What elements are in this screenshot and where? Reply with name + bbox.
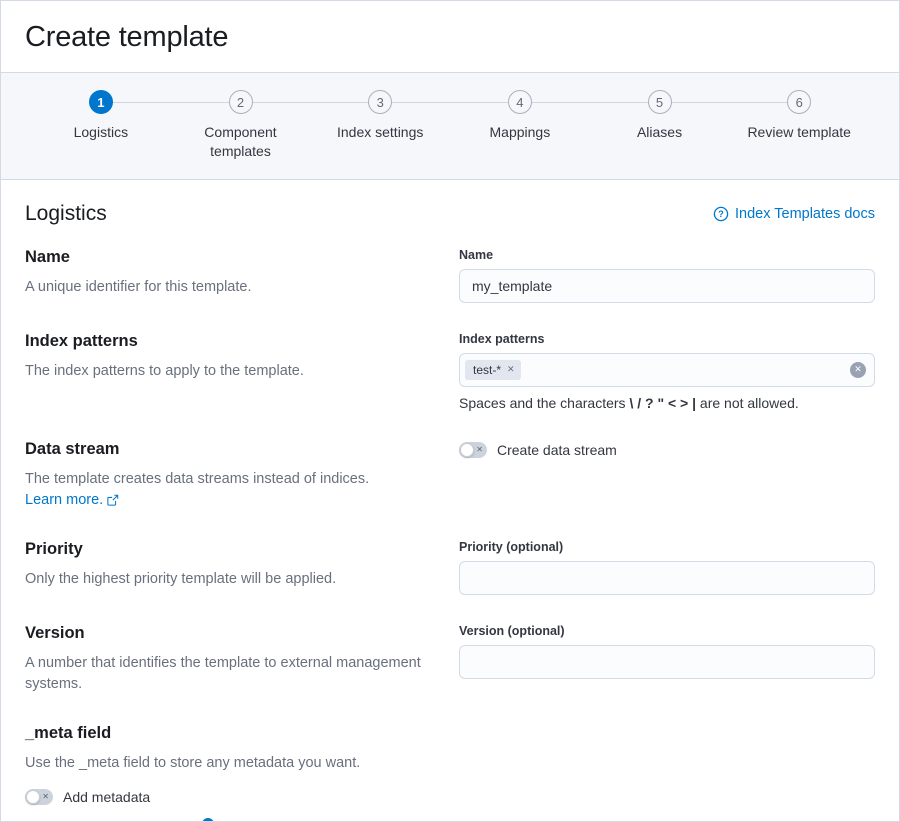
step-connector: 2 [171, 90, 311, 114]
create-data-stream-row: ✕ Create data stream [459, 442, 875, 458]
learn-more-link[interactable]: Learn more. [25, 490, 119, 511]
step-label: Mappings [490, 123, 551, 142]
form-body: Name A unique identifier for this templa… [1, 228, 899, 822]
stepper-step-aliases[interactable]: 5 Aliases [590, 90, 730, 161]
step-number-icon: 2 [229, 90, 253, 114]
add-metadata-toggle[interactable]: ✕ [25, 789, 53, 805]
stepper: 1 Logistics 2 Component templates 3 Inde… [1, 72, 899, 180]
priority-row-title: Priority [25, 540, 441, 559]
toggle-knob [26, 790, 40, 804]
meta-row-description: Use the _meta field to store any metadat… [25, 753, 875, 774]
step-label: Logistics [74, 123, 128, 142]
stepper-step-mappings[interactable]: 4 Mappings [450, 90, 590, 161]
page-title: Create template [25, 21, 875, 54]
step-connector: 6 [729, 90, 869, 114]
svg-text:?: ? [718, 209, 724, 219]
version-input[interactable] [459, 645, 875, 679]
step-connector: 3 [310, 90, 450, 114]
version-row-description: A number that identifies the template to… [25, 653, 441, 695]
step-label: Aliases [637, 123, 682, 142]
step-label: Component templates [181, 123, 301, 161]
version-field-label: Version (optional) [459, 624, 875, 638]
meta-row-title: _meta field [25, 724, 875, 743]
create-data-stream-toggle[interactable]: ✕ [459, 442, 487, 458]
add-metadata-label: Add metadata [63, 789, 150, 805]
index-patterns-row-description: The index patterns to apply to the templ… [25, 361, 441, 382]
data-stream-row-title: Data stream [25, 440, 441, 459]
priority-input[interactable] [459, 561, 875, 595]
version-row-title: Version [25, 624, 441, 643]
index-pattern-pill: test-* ✕ [465, 360, 521, 380]
toggle-off-icon: ✕ [476, 446, 483, 454]
toggle-off-icon: ✕ [42, 793, 49, 801]
step-number-icon: 3 [368, 90, 392, 114]
step-number-icon: 6 [787, 90, 811, 114]
stepper-step-component-templates[interactable]: 2 Component templates [171, 90, 311, 161]
index-patterns-field-label: Index patterns [459, 332, 875, 346]
form-row-index-patterns: Index patterns The index patterns to app… [25, 332, 875, 411]
clear-icon: ✕ [854, 364, 862, 375]
external-link-icon [107, 494, 119, 506]
section-header: Logistics ? Index Templates docs [1, 180, 899, 228]
name-field-label: Name [459, 248, 875, 262]
stepper-step-logistics[interactable]: 1 Logistics [31, 90, 171, 161]
step-connector: 5 [590, 90, 730, 114]
add-metadata-row: ✕ Add metadata [25, 789, 875, 805]
priority-field-label: Priority (optional) [459, 540, 875, 554]
create-data-stream-label: Create data stream [497, 442, 617, 458]
step-number-icon: 5 [648, 90, 672, 114]
form-row-priority: Priority Only the highest priority templ… [25, 540, 875, 595]
step-number-icon: 1 [89, 90, 113, 114]
name-row-title: Name [25, 248, 441, 267]
docs-link-label: Index Templates docs [735, 206, 875, 222]
index-pattern-pill-label: test-* [473, 363, 501, 377]
clear-combobox-button[interactable]: ✕ [850, 362, 866, 378]
step-connector: 4 [450, 90, 590, 114]
section-title: Logistics [25, 202, 107, 226]
index-patterns-help-text: Spaces and the characters \ / ? " < > | … [459, 395, 875, 411]
stepper-step-index-settings[interactable]: 3 Index settings [310, 90, 450, 161]
stepper-step-review-template[interactable]: 6 Review template [729, 90, 869, 161]
remove-pattern-icon[interactable]: ✕ [507, 364, 515, 375]
form-row-version: Version A number that identifies the tem… [25, 624, 875, 695]
step-number-icon: 4 [508, 90, 532, 114]
toggle-knob [460, 443, 474, 457]
step-label: Review template [747, 123, 851, 142]
name-input[interactable] [459, 269, 875, 303]
meta-field-block: _meta field Use the _meta field to store… [25, 724, 875, 805]
index-patterns-combobox[interactable]: test-* ✕ ✕ [459, 353, 875, 387]
priority-row-description: Only the highest priority template will … [25, 569, 441, 590]
data-stream-row-description: The template creates data streams instea… [25, 469, 441, 511]
form-row-name: Name A unique identifier for this templa… [25, 248, 875, 303]
form-row-data-stream: Data stream The template creates data st… [25, 440, 875, 511]
step-label: Index settings [337, 123, 423, 142]
index-templates-docs-link[interactable]: ? Index Templates docs [713, 206, 875, 222]
help-circle-icon: ? [713, 206, 729, 222]
create-template-page: Create template 1 Logistics 2 Component … [0, 0, 900, 822]
step-connector: 1 [31, 90, 171, 114]
name-row-description: A unique identifier for this template. [25, 277, 441, 298]
index-patterns-row-title: Index patterns [25, 332, 441, 351]
page-header: Create template [1, 1, 899, 72]
